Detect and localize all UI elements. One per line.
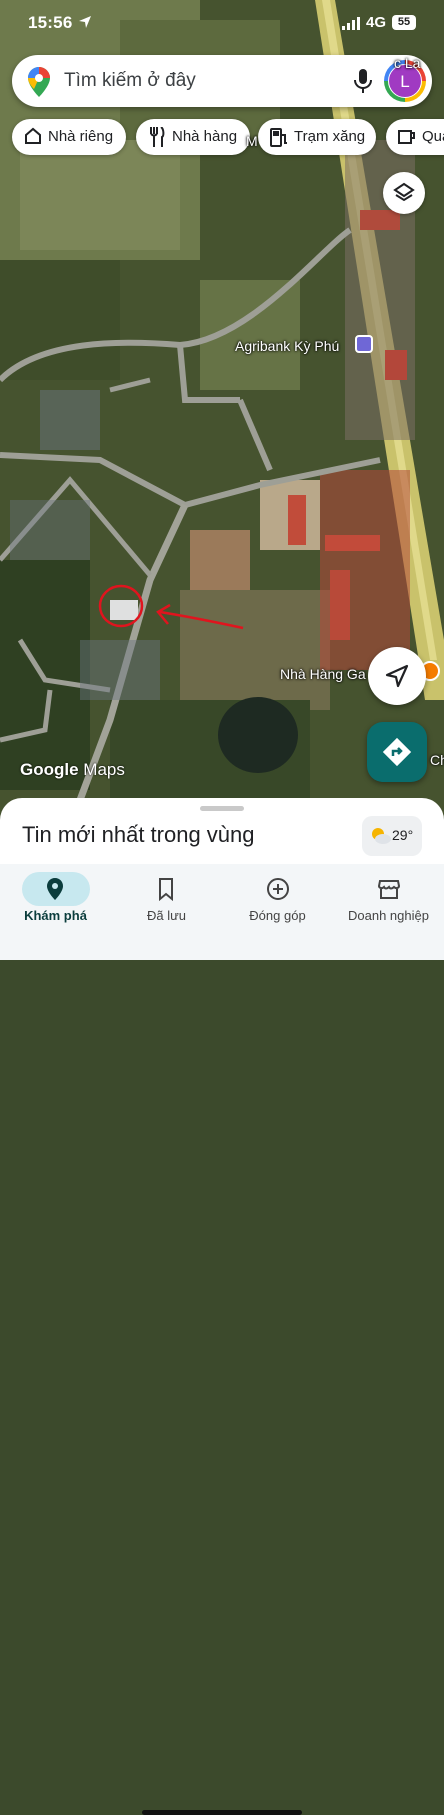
navigation-arrow-icon (385, 664, 409, 688)
signal-icon (342, 17, 360, 30)
bookmark-icon (159, 878, 173, 901)
battery-icon: 55 (392, 15, 416, 30)
map-label-restaurant[interactable]: Nhà Hàng Ga (280, 666, 366, 682)
search-bar[interactable]: Tìm kiếm ở đây L (12, 55, 432, 107)
location-arrow-icon (79, 16, 91, 28)
bottom-sheet[interactable]: Tin mới nhất trong vùng 29° (0, 798, 444, 868)
tab-label: Doanh nghiệp (348, 908, 429, 923)
chip-cafe[interactable]: Quán (386, 119, 444, 155)
mic-icon[interactable] (354, 69, 372, 93)
tab-saved-indicator (133, 872, 201, 906)
partly-cloudy-icon (372, 828, 391, 844)
network-type: 4G (366, 14, 387, 31)
tab-label: Khám phá (24, 908, 87, 923)
search-placeholder[interactable]: Tìm kiếm ở đây (64, 70, 196, 92)
chip-label: Quán (422, 128, 444, 145)
chip-label: Trạm xăng (294, 128, 366, 145)
home-indicator[interactable] (142, 1810, 302, 1815)
tab-business[interactable]: Doanh nghiệp (333, 864, 444, 934)
gas-station-icon (270, 128, 287, 147)
fork-knife-icon (150, 127, 165, 147)
sheet-drag-handle[interactable] (200, 806, 244, 811)
chip-gas-station[interactable]: Trạm xăng (258, 119, 376, 155)
tab-label: Đóng góp (249, 908, 306, 923)
chip-restaurants[interactable]: Nhà hàng (136, 119, 250, 155)
tab-explore[interactable]: Khám phá (0, 864, 111, 934)
tab-saved[interactable]: Đã lưu (111, 864, 222, 934)
map-label-edge-top: c La (394, 55, 421, 71)
tab-label: Đã lưu (146, 908, 187, 923)
map-label-edge-m: M (246, 133, 258, 149)
chip-label: Nhà hàng (172, 128, 238, 145)
storefront-icon (377, 880, 401, 899)
attribution-google: Google (20, 760, 79, 779)
my-location-button[interactable] (368, 647, 426, 705)
chip-label: Nhà riêng (48, 128, 114, 145)
tab-contribute[interactable]: Đóng góp (222, 864, 333, 934)
map-label-edge-right: Ch (430, 752, 444, 768)
tab-business-indicator (355, 872, 423, 906)
status-time: 15:56 (28, 13, 73, 32)
chip-home[interactable]: Nhà riêng (12, 119, 126, 155)
bank-marker-icon[interactable] (355, 335, 373, 353)
temperature: 29° (392, 827, 414, 843)
tab-explore-indicator (22, 872, 90, 906)
map-label-bank[interactable]: Agribank Kỳ Phú (235, 338, 339, 354)
location-pin-icon (47, 878, 63, 900)
directions-button[interactable] (367, 722, 427, 782)
google-maps-pin-icon (28, 67, 50, 97)
layers-button[interactable] (383, 172, 425, 214)
add-circle-icon (267, 878, 289, 900)
directions-icon (382, 737, 412, 767)
tab-contribute-indicator (244, 872, 312, 906)
sheet-title: Tin mới nhất trong vùng (22, 822, 255, 847)
weather-badge[interactable]: 29° (362, 816, 422, 856)
google-maps-attribution: Google Maps (20, 760, 125, 780)
cafe-icon (398, 130, 415, 144)
attribution-maps: Maps (83, 760, 125, 779)
layers-icon (393, 182, 415, 202)
bottom-tab-bar: Khám phá Đã lưu Đóng góp Doanh nghiệp (0, 864, 444, 1815)
status-bar: 15:56 4G 55 (0, 0, 444, 46)
home-icon (25, 127, 41, 144)
